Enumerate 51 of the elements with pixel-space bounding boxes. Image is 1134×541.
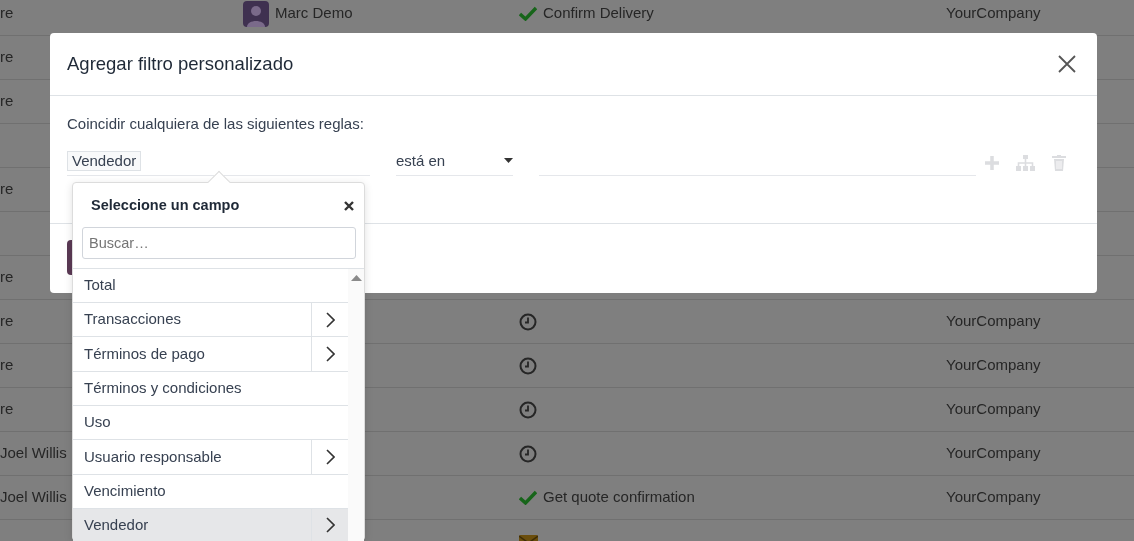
check-icon [519,6,537,21]
list-cell-text: re [0,91,14,112]
list-cell-text: re [0,267,14,288]
field-item[interactable]: Usuario responsable [73,440,312,474]
activity-text: Confirm Delivery [543,3,654,24]
clock-icon [519,400,537,419]
close-icon [1058,55,1076,73]
user-name: Marc Demo [275,3,353,24]
clock-icon [519,312,537,331]
company-name: YourCompany [946,443,1041,464]
list-cell-text: re [0,3,14,24]
plus-icon [985,155,999,170]
field-item[interactable]: Transacciones [73,303,312,337]
clock-icon [519,444,537,463]
field-item[interactable]: Vencimiento [73,474,349,508]
list-cell-text: re [0,399,14,420]
rule-intro: Coincidir cualquiera de las siguientes reglas: [67,114,365,134]
hierarchy-icon [1016,154,1035,171]
dialog-title: Agregar filtro personalizado [67,52,294,77]
chevron-right-icon [325,311,335,328]
company-name: YourCompany [946,487,1041,508]
field-selector[interactable]: Vendedor [67,150,370,176]
company-name: YourCompany [946,311,1041,332]
list-cell-text: Joel Willis [0,487,67,508]
field-item[interactable]: Uso [73,405,349,440]
activity-text: Get quote confirmation [543,487,695,508]
list-cell-text: re [0,47,14,68]
list-cell-text: re [0,179,14,200]
scroll-up-icon[interactable] [350,274,362,281]
company-name: YourCompany [946,399,1041,420]
check-icon [519,490,537,505]
company-name: YourCompany [946,355,1041,376]
caret-icon [504,158,513,164]
search-field[interactable]: Buscar… [82,226,356,259]
chevron-right-icon [325,448,335,465]
chevron-right-icon [325,346,335,362]
popover-title: Seleccione un campo [91,196,240,215]
operator-select[interactable]: está en [396,149,513,176]
field-item[interactable]: Total [73,268,349,303]
list-cell-text: Joel Willis [0,443,67,464]
field-item[interactable]: Términos y condiciones [73,371,349,405]
list-cell-text: re [0,311,14,332]
avatar [243,0,269,27]
field-item[interactable]: Términos de pago [73,337,312,371]
clock-icon [519,356,537,375]
close-icon [344,200,354,211]
trash-icon [1052,154,1066,171]
close-button[interactable] [344,200,354,211]
list-cell-text: re [0,355,14,376]
chevron-right-icon [325,517,335,534]
company-name: YourCompany [946,3,1041,24]
